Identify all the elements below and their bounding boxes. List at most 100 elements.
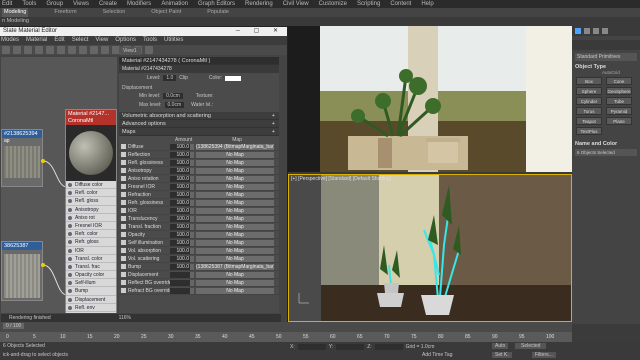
amount-spinner[interactable] xyxy=(190,159,194,166)
menu-item-graph-editors[interactable]: Graph Editors xyxy=(198,0,235,8)
slate-menu-modes[interactable]: Modes xyxy=(1,36,19,45)
amount-spinner[interactable] xyxy=(190,207,194,214)
ribbon-tab-populate[interactable]: Populate xyxy=(207,8,229,17)
map-checkbox[interactable] xyxy=(121,208,126,213)
map-checkbox[interactable] xyxy=(121,192,126,197)
rollout-volumetric-absorption-and-scattering[interactable]: Volumetric absorption and scattering + xyxy=(119,112,279,120)
amount-spinner[interactable] xyxy=(190,199,194,206)
map-slot-button[interactable]: No Map xyxy=(196,287,274,294)
map-checkbox[interactable] xyxy=(121,232,126,237)
map-checkbox[interactable] xyxy=(121,184,126,189)
toolbar-button[interactable] xyxy=(24,46,32,54)
toolbar-button[interactable] xyxy=(35,46,43,54)
map-amount-input[interactable]: 100.0 xyxy=(170,247,190,254)
max-level-input[interactable]: 0.0cm xyxy=(164,101,185,108)
primitive-pyramid-button[interactable]: Pyramid xyxy=(606,107,632,115)
map-slot-button[interactable]: No Map xyxy=(196,175,274,182)
primitive-textplus-button[interactable]: TextPlus xyxy=(576,127,602,135)
material-slot[interactable]: Refl. gloss xyxy=(66,197,116,206)
modify-icon[interactable] xyxy=(584,28,590,34)
map-amount-input[interactable]: 100.0 xyxy=(170,255,190,262)
material-slot[interactable]: Transl. frac xyxy=(66,262,116,272)
material-slot[interactable]: Refr. env xyxy=(66,312,116,313)
amount-spinner[interactable] xyxy=(190,263,194,270)
map-checkbox[interactable] xyxy=(121,256,126,261)
map-checkbox[interactable] xyxy=(121,280,126,285)
material-name-field[interactable]: Material #2147434278 xyxy=(119,65,279,73)
toolbar-button[interactable] xyxy=(145,46,153,54)
primitive-sphere-button[interactable]: Sphere xyxy=(576,87,602,95)
ribbon-tab-selection[interactable]: Selection xyxy=(103,8,126,17)
hierarchy-icon[interactable] xyxy=(593,28,599,34)
material-slot[interactable]: Anisotropy xyxy=(66,205,116,214)
toolbar-button[interactable] xyxy=(46,46,54,54)
amount-spinner[interactable] xyxy=(190,215,194,222)
menu-item-animation[interactable]: Animation xyxy=(161,0,188,8)
map-slot-button[interactable]: No Map xyxy=(196,167,274,174)
primitive-cylinder-button[interactable]: Cylinder xyxy=(576,97,602,105)
track-bar[interactable]: 0 5 10 15 20 25 30 35 40 45 50 55 60 65 70 75 80 85 90 95 10… xyxy=(0,332,572,342)
material-slot[interactable]: Fresnel IOR xyxy=(66,221,116,231)
map-amount-input[interactable]: 100.0 xyxy=(170,231,190,238)
map-slot-button[interactable]: No Map xyxy=(196,191,274,198)
slate-menu-options[interactable]: Options xyxy=(115,36,136,45)
material-slot[interactable]: Refl. color xyxy=(66,189,116,198)
amount-spinner[interactable] xyxy=(190,183,194,190)
map-checkbox[interactable] xyxy=(121,160,126,165)
filters-button[interactable]: Filters... xyxy=(532,352,556,358)
amount-spinner[interactable] xyxy=(190,239,194,246)
menu-item-customize[interactable]: Customize xyxy=(319,0,347,8)
primitive-box-button[interactable]: Box xyxy=(576,77,602,85)
map-slot-button[interactable]: No Map xyxy=(196,199,274,206)
amount-spinner[interactable] xyxy=(190,223,194,230)
menu-item-views[interactable]: Views xyxy=(73,0,89,8)
render-viewport[interactable] xyxy=(288,26,572,172)
map-checkbox[interactable] xyxy=(121,216,126,221)
slate-menu-material[interactable]: Material xyxy=(26,36,47,45)
map-checkbox[interactable] xyxy=(121,176,126,181)
material-slot[interactable]: Refl. env xyxy=(66,303,116,312)
auto-key-button[interactable]: Auto xyxy=(492,343,509,349)
map-checkbox[interactable] xyxy=(121,224,126,229)
amount-spinner[interactable] xyxy=(190,167,194,174)
amount-spinner[interactable] xyxy=(190,231,194,238)
toolbar-button[interactable] xyxy=(2,46,10,54)
map-checkbox[interactable] xyxy=(121,248,126,253)
primitives-dropdown[interactable]: Standard Primitives xyxy=(575,53,637,61)
material-slot[interactable]: Refr. color xyxy=(66,230,116,239)
amount-spinner[interactable] xyxy=(190,287,194,294)
menu-item-content[interactable]: Content xyxy=(390,0,411,8)
map-checkbox[interactable] xyxy=(121,240,126,245)
material-slot[interactable]: Self-illum xyxy=(66,279,116,288)
map-amount-input[interactable]: 100.0 xyxy=(170,263,190,270)
map-amount-input[interactable] xyxy=(170,271,190,278)
viewport-label[interactable]: [+] [Perspective] [Standard] [Default Sh… xyxy=(291,176,391,182)
objects-selected-field[interactable]: 6 Objects Selected xyxy=(575,149,637,156)
menu-item-modifiers[interactable]: Modifiers xyxy=(127,0,151,8)
amount-spinner[interactable] xyxy=(190,151,194,158)
map-slot-button[interactable]: No Map xyxy=(196,247,274,254)
slate-menu-view[interactable]: View xyxy=(95,36,108,45)
add-time-tag[interactable]: Add Time Tag xyxy=(422,352,452,358)
map-slot-button[interactable]: No Map xyxy=(196,271,274,278)
primitive-teapot-button[interactable]: Teapot xyxy=(576,117,602,125)
map-checkbox[interactable] xyxy=(121,152,126,157)
min-level-input[interactable]: 0.0cm xyxy=(163,92,183,99)
menu-item-group[interactable]: Group xyxy=(46,0,63,8)
toolbar-button[interactable] xyxy=(101,46,109,54)
material-slot[interactable]: Transl. color xyxy=(66,254,116,263)
map-slot-button[interactable]: No Map xyxy=(196,215,274,222)
material-slot[interactable]: Diffuse color xyxy=(66,181,116,190)
primitive-plane-button[interactable]: Plane xyxy=(606,117,632,125)
primitive-torus-button[interactable]: Torus xyxy=(576,107,602,115)
corona-material-node[interactable]: Material #2147... CoronaMtl Diffuse colo… xyxy=(65,109,117,313)
map-checkbox[interactable] xyxy=(121,272,126,277)
amount-spinner[interactable] xyxy=(190,191,194,198)
frame-indicator[interactable]: 0 / 100 xyxy=(3,323,25,329)
material-slot[interactable]: Opacity color xyxy=(66,271,116,280)
map-slot-button[interactable]: No Map xyxy=(196,255,274,262)
color-swatch[interactable] xyxy=(225,75,242,81)
slate-menu-edit[interactable]: Edit xyxy=(54,36,64,45)
map-slot-button[interactable]: No Map xyxy=(196,279,274,286)
map-slot-button[interactable]: No Map xyxy=(196,223,274,230)
